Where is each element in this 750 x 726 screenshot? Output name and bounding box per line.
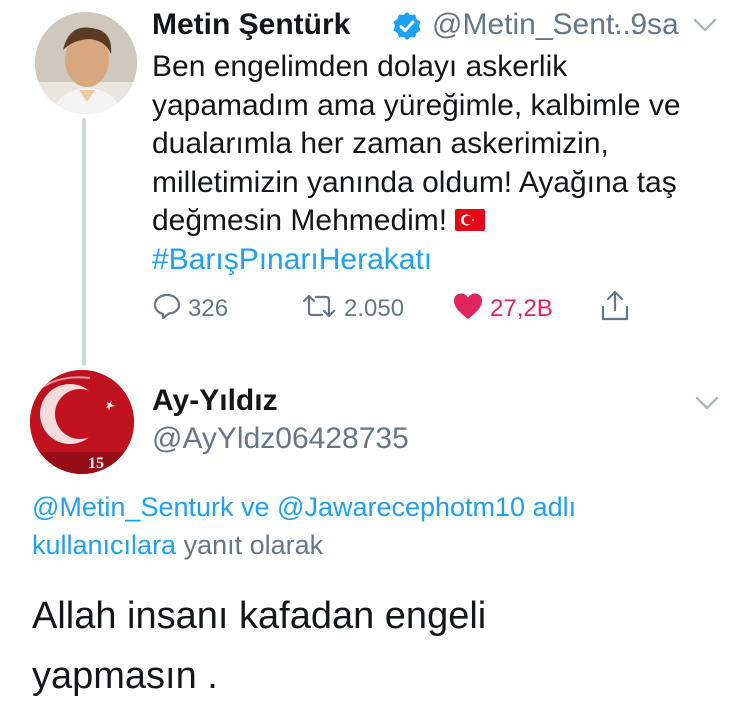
- mention-link[interactable]: @Metin_Senturk: [32, 492, 234, 522]
- reply-count: 326: [188, 295, 229, 322]
- users-link[interactable]: kullanıcılara: [32, 530, 176, 560]
- mention-link[interactable]: @Jawarecephotm10 adlı: [277, 492, 576, 522]
- hashtag-link[interactable]: #BarışPınarıHerakatı: [152, 241, 732, 280]
- replying-to-line: kullanıcılara yanıt olarak: [32, 526, 732, 564]
- reply-author-name[interactable]: Ay-Yıldız: [152, 384, 278, 418]
- tweet-text-line: değmesin Mehmedim!: [152, 202, 732, 241]
- replying-connector: ve: [233, 492, 278, 522]
- retweet-icon: [300, 291, 344, 328]
- chevron-down-icon[interactable]: [694, 394, 720, 412]
- share-button[interactable]: [598, 290, 638, 326]
- thread-connector-line: [82, 118, 86, 366]
- tweet-text-segment: değmesin Mehmedim!: [152, 204, 448, 237]
- tweet-text-line: milletimizin yanında oldum! Ayağına taş: [152, 165, 677, 199]
- profile-photo-icon[interactable]: [35, 12, 137, 114]
- verified-badge-icon: [392, 11, 422, 41]
- tweet-timestamp[interactable]: · 9sa: [612, 8, 679, 42]
- reply-button[interactable]: 326: [152, 292, 228, 326]
- reply-text: Allah insanı kafadan engeli yapmasın .: [32, 586, 732, 706]
- retweet-button[interactable]: 2.050: [300, 292, 404, 326]
- author-name[interactable]: Metin Şentürk: [152, 8, 350, 42]
- share-icon: [598, 289, 638, 330]
- chevron-down-icon[interactable]: [692, 16, 718, 34]
- ay-yildiz-avatar-icon[interactable]: 15: [30, 370, 134, 474]
- retweet-count: 2.050: [344, 295, 405, 322]
- reply-text-line: Allah insanı kafadan engeli: [32, 595, 487, 637]
- replying-to: @Metin_Senturk ve @Jawarecephotm10 adlı …: [32, 488, 732, 564]
- reply-icon: [152, 291, 188, 328]
- tweet-text-line: dualarımla her zaman askerimizin,: [152, 127, 609, 160]
- reply-author-handle[interactable]: @AyYldz06428735: [152, 422, 409, 456]
- avatar-badge-text: 15: [88, 455, 104, 472]
- turkey-flag-icon: [455, 203, 486, 231]
- author-handle[interactable]: @Metin_Sent...: [432, 8, 639, 42]
- reply-text-line: yapmasın .: [32, 655, 218, 697]
- heart-filled-icon: [452, 291, 490, 328]
- tweet-text-line: Ben engelimden dolayı askerlik: [152, 50, 568, 83]
- replying-suffix: yanıt olarak: [176, 530, 324, 560]
- tweet-text-line: yapamadım ama yüreğimle, kalbimle ve: [152, 88, 681, 122]
- tweet-text: Ben engelimden dolayı askerlik yapamadım…: [152, 48, 732, 279]
- replying-to-line: @Metin_Senturk ve @Jawarecephotm10 adlı: [32, 488, 732, 526]
- like-button[interactable]: 27,2B: [452, 292, 553, 326]
- like-count: 27,2B: [490, 295, 553, 322]
